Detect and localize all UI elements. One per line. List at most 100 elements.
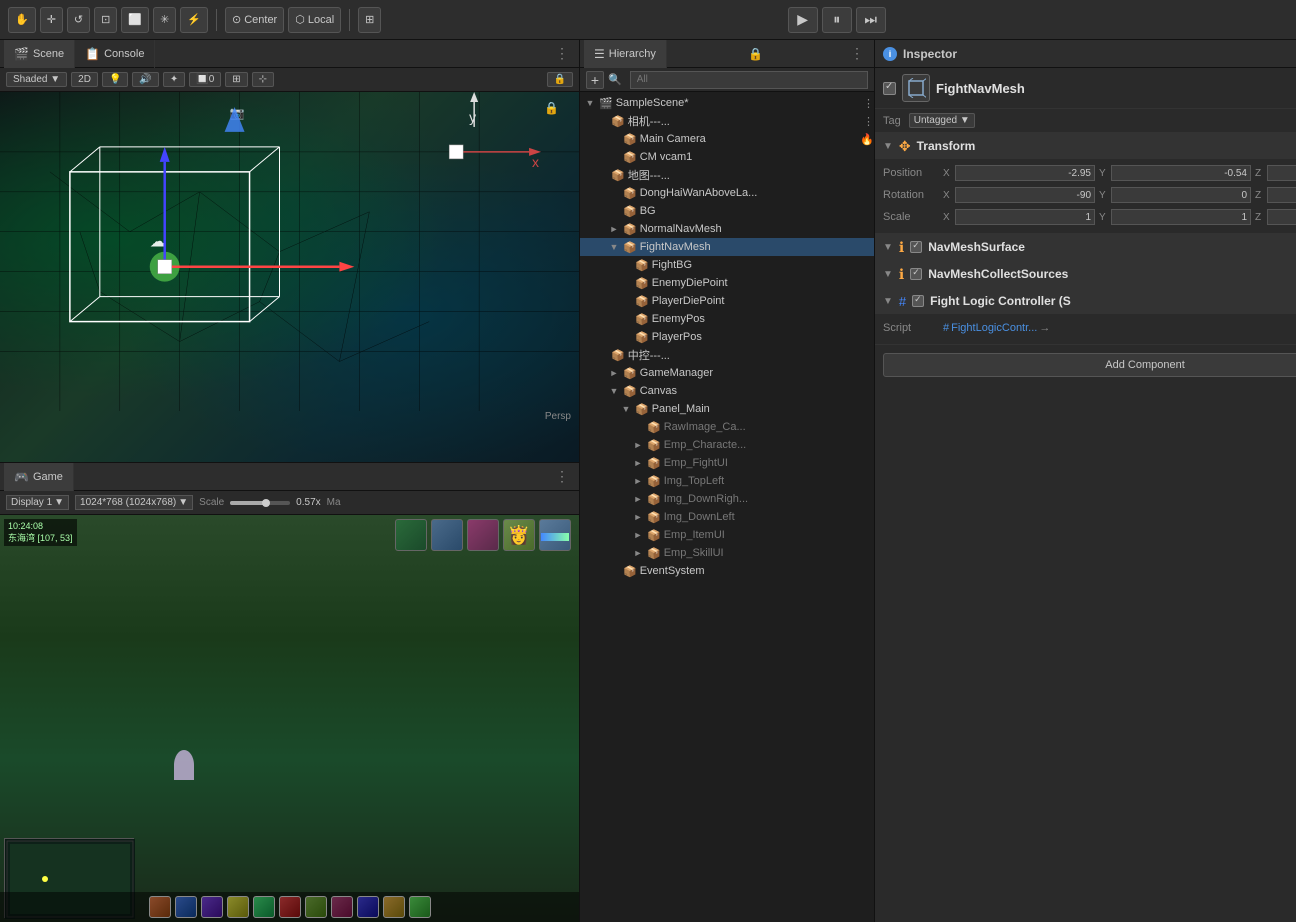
script-value[interactable]: # FightLogicContr... → bbox=[943, 322, 1050, 334]
hierarchy-item-event-system[interactable]: 📦 EventSystem bbox=[580, 562, 874, 580]
custom-tool-btn[interactable]: ⚡ bbox=[180, 7, 208, 33]
hierarchy-item-sample-scene[interactable]: ▼ 🎬 SampleScene* ⋮ bbox=[580, 94, 874, 112]
game-panel-menu-btn[interactable]: ⋮ bbox=[549, 468, 575, 485]
transform-component-header[interactable]: ▼ ✥ Transform ? ⚙ ⋮ bbox=[875, 133, 1296, 159]
skill-icon-7[interactable] bbox=[305, 896, 327, 918]
hierarchy-item-emp-skillui[interactable]: ► 📦 Emp_SkillUI bbox=[580, 544, 874, 562]
hierarchy-item-enemy-die[interactable]: 📦 EnemyDiePoint bbox=[580, 274, 874, 292]
position-y-input[interactable] bbox=[1111, 165, 1251, 181]
scale-z-input[interactable] bbox=[1267, 209, 1296, 225]
skill-icon-4[interactable] bbox=[227, 896, 249, 918]
hierarchy-item-fight-nav[interactable]: ▼ 📦 FightNavMesh bbox=[580, 238, 874, 256]
hierarchy-search-input[interactable] bbox=[630, 71, 868, 89]
maximize-btn[interactable]: Ma bbox=[327, 497, 341, 508]
pause-btn[interactable]: ⏸ bbox=[822, 7, 852, 33]
object-active-checkbox[interactable] bbox=[883, 82, 896, 95]
scene-panel-menu-btn[interactable]: ⋮ bbox=[549, 45, 575, 62]
skill-icon-8[interactable] bbox=[331, 896, 353, 918]
lock-scene-btn[interactable]: 🔒 bbox=[547, 72, 573, 87]
skill-icon-2[interactable] bbox=[175, 896, 197, 918]
audio-btn[interactable]: 🔊 bbox=[132, 72, 158, 87]
hierarchy-item-player-pos[interactable]: 📦 PlayerPos bbox=[580, 328, 874, 346]
display-dropdown[interactable]: Display 1 ▼ bbox=[6, 495, 69, 510]
hierarchy-item-img-downleft[interactable]: ► 📦 Img_DownLeft bbox=[580, 508, 874, 526]
skill-icon-5[interactable] bbox=[253, 896, 275, 918]
skill-icon-9[interactable] bbox=[357, 896, 379, 918]
position-z-input[interactable] bbox=[1267, 165, 1296, 181]
nav-collect-header[interactable]: ▼ ℹ NavMeshCollectSources ? ⚙ ⋮ bbox=[875, 261, 1296, 287]
hierarchy-add-btn[interactable]: + bbox=[586, 71, 604, 89]
tag-value-dropdown[interactable]: Untagged ▼ bbox=[909, 113, 975, 128]
tab-hierarchy[interactable]: ☰ Hierarchy bbox=[584, 40, 667, 68]
hierarchy-item-enemy-pos[interactable]: 📦 EnemyPos bbox=[580, 310, 874, 328]
position-x-input[interactable] bbox=[955, 165, 1095, 181]
hierarchy-item-canvas[interactable]: ▼ 📦 Canvas bbox=[580, 382, 874, 400]
skill-icon-6[interactable] bbox=[279, 896, 301, 918]
gizmos-btn[interactable]: ⊞ bbox=[225, 72, 247, 87]
hierarchy-tab-icon: ☰ bbox=[594, 47, 605, 61]
move-tool-btn[interactable]: ✛ bbox=[40, 7, 63, 33]
skill-icon-3[interactable] bbox=[201, 896, 223, 918]
fight-logic-checkbox[interactable] bbox=[912, 295, 924, 307]
pivot-local-btn[interactable]: ⬡ Local bbox=[288, 7, 341, 33]
hierarchy-item-panel-main[interactable]: ▼ 📦 Panel_Main bbox=[580, 400, 874, 418]
rotation-y-input[interactable] bbox=[1111, 187, 1251, 203]
nav-collect-checkbox[interactable] bbox=[910, 268, 922, 280]
overlay-btn[interactable]: 🔲0 bbox=[189, 72, 221, 87]
hierarchy-item-donghaiwan[interactable]: 📦 DongHaiWanAboveLa... bbox=[580, 184, 874, 202]
2d-btn[interactable]: 2D bbox=[71, 72, 98, 87]
tab-game[interactable]: 🎮 Game bbox=[4, 463, 74, 491]
hand-tool-btn[interactable]: ✋ bbox=[8, 7, 36, 33]
hierarchy-item-main-camera[interactable]: 📦 Main Camera 🔥 bbox=[580, 130, 874, 148]
hierarchy-item-cm-vcam1[interactable]: 📦 CM vcam1 bbox=[580, 148, 874, 166]
hierarchy-item-emp-fightui[interactable]: ► 📦 Emp_FightUI bbox=[580, 454, 874, 472]
tab-scene[interactable]: 🎬 Scene bbox=[4, 40, 75, 68]
rotation-z-input[interactable] bbox=[1267, 187, 1296, 203]
rotate-tool-btn[interactable]: ↺ bbox=[67, 7, 90, 33]
skill-icon-10[interactable] bbox=[383, 896, 405, 918]
step-btn[interactable]: ⏭ bbox=[856, 7, 886, 33]
hierarchy-item-control-group[interactable]: 📦 中控---... bbox=[580, 346, 874, 364]
rect-tool-btn[interactable]: ⬜ bbox=[121, 7, 149, 33]
fight-logic-header[interactable]: ▼ # Fight Logic Controller (S ? ⚙ ⋮ bbox=[875, 288, 1296, 314]
scale-x-input[interactable] bbox=[955, 209, 1095, 225]
combined-tool-btn[interactable]: ✳ bbox=[153, 7, 176, 33]
nav-surface-header[interactable]: ▼ ℹ NavMeshSurface ? ⚙ ⋮ bbox=[875, 234, 1296, 260]
hierarchy-item-img-downright[interactable]: ► 📦 Img_DownRigh... bbox=[580, 490, 874, 508]
scene-extra-btn[interactable]: ⊹ bbox=[252, 72, 274, 87]
hierarchy-panel-menu-btn[interactable]: ⋮ bbox=[844, 45, 870, 62]
hierarchy-item-normal-nav[interactable]: ► 📦 NormalNavMesh bbox=[580, 220, 874, 238]
hier-camera-group-menu[interactable]: ⋮ bbox=[863, 115, 874, 128]
nav-surface-checkbox[interactable] bbox=[910, 241, 922, 253]
hierarchy-item-game-manager[interactable]: ► 📦 GameManager bbox=[580, 364, 874, 382]
scale-slider[interactable] bbox=[230, 501, 290, 505]
skill-icon-1[interactable] bbox=[149, 896, 171, 918]
hierarchy-item-emp-character[interactable]: ► 📦 Emp_Characte... bbox=[580, 436, 874, 454]
hier-scene-menu[interactable]: ⋮ bbox=[863, 97, 874, 110]
scene-canvas[interactable]: ☁ y x bbox=[0, 92, 579, 462]
hierarchy-item-map-group[interactable]: 📦 地图---... bbox=[580, 166, 874, 184]
hierarchy-item-fight-bg[interactable]: 📦 FightBG bbox=[580, 256, 874, 274]
pivot-center-btn[interactable]: ⊙ Center bbox=[225, 7, 284, 33]
skill-icon-11[interactable] bbox=[409, 896, 431, 918]
resolution-dropdown[interactable]: 1024*768 (1024x768) ▼ bbox=[75, 495, 193, 510]
hierarchy-item-rawimage[interactable]: 📦 RawImage_Ca... bbox=[580, 418, 874, 436]
hierarchy-item-player-die[interactable]: 📦 PlayerDiePoint bbox=[580, 292, 874, 310]
rotation-x-input[interactable] bbox=[955, 187, 1095, 203]
hierarchy-item-emp-itemui[interactable]: ► 📦 Emp_ItemUI bbox=[580, 526, 874, 544]
hierarchy-lock-icon[interactable]: 🔒 bbox=[748, 47, 763, 61]
game-canvas[interactable]: 10:24:08 东海湾 [107, 53] 👸 bbox=[0, 515, 579, 922]
lighting-btn[interactable]: 💡 bbox=[102, 72, 128, 87]
hierarchy-item-bg[interactable]: 📦 BG bbox=[580, 202, 874, 220]
hierarchy-item-camera-group[interactable]: 📦 相机---... ⋮ bbox=[580, 112, 874, 130]
tab-console[interactable]: 📋 Console bbox=[75, 40, 155, 68]
grid-btn[interactable]: ⊞ bbox=[358, 7, 381, 33]
hier-icon-bg: 📦 bbox=[623, 205, 637, 218]
scale-tool-btn[interactable]: ⊡ bbox=[94, 7, 117, 33]
shading-dropdown[interactable]: Shaded ▼ bbox=[6, 72, 67, 87]
scale-y-input[interactable] bbox=[1111, 209, 1251, 225]
hierarchy-item-img-topleft[interactable]: ► 📦 Img_TopLeft bbox=[580, 472, 874, 490]
play-btn[interactable]: ▶ bbox=[788, 7, 818, 33]
effects-btn[interactable]: ✦ bbox=[163, 72, 185, 87]
add-component-btn[interactable]: Add Component bbox=[883, 353, 1296, 377]
